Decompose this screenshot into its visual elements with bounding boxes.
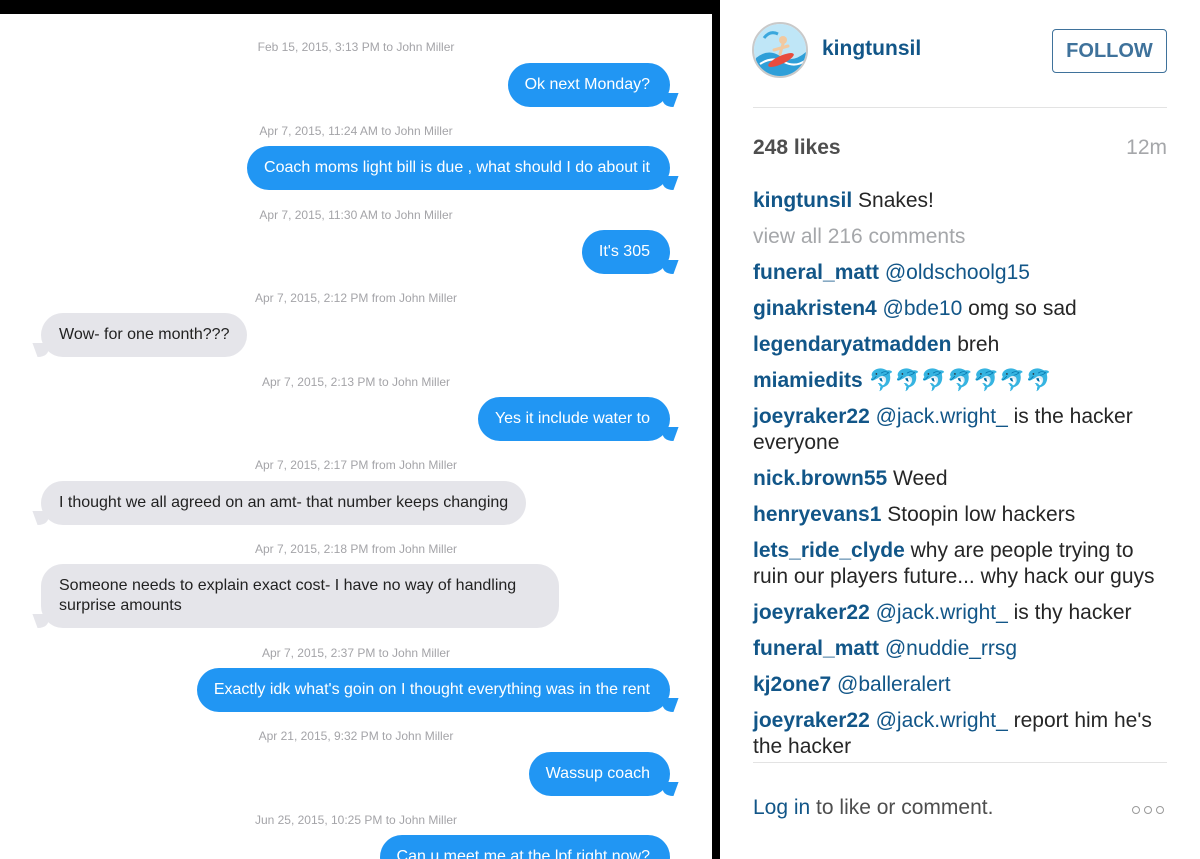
comment-username[interactable]: ginakristen4: [753, 297, 877, 320]
post-username[interactable]: kingtunsil: [822, 37, 921, 61]
received-message: I thought we all agreed on an amt- that …: [41, 481, 527, 525]
likes-count[interactable]: 248 likes: [753, 136, 841, 160]
comment: joeyraker22 @jack.wright_ is the hacker …: [753, 404, 1171, 456]
comment-username[interactable]: kingtunsil: [753, 189, 852, 212]
divider: [753, 762, 1167, 763]
comment-username[interactable]: lets_ride_clyde: [753, 539, 905, 562]
message-timestamp: Apr 7, 2015, 2:37 PM to John Miller: [261, 646, 451, 660]
comment-mention[interactable]: @jack.wright_: [870, 709, 1008, 732]
comment-username[interactable]: funeral_matt: [753, 261, 879, 284]
comment: miamiedits 🐬🐬🐬🐬🐬🐬🐬: [753, 368, 1171, 394]
panel-divider: [712, 0, 720, 859]
sent-message: Exactly idk what's goin on I thought eve…: [196, 668, 670, 712]
comment-username[interactable]: funeral_matt: [753, 637, 879, 660]
sent-message: Can u meet me at the lpf right now?: [379, 835, 670, 859]
comment-text: Stoopin low hackers: [881, 503, 1076, 526]
caption: kingtunsil Snakes!: [753, 188, 1171, 214]
comment: lets_ride_clyde why are people trying to…: [753, 538, 1171, 590]
comment: nick.brown55 Weed: [753, 466, 1171, 492]
sent-message: Yes it include water to: [477, 397, 670, 441]
divider: [753, 107, 1167, 108]
imessage-panel: Feb 15, 2015, 3:13 PM to John Miller Ok …: [0, 0, 712, 859]
received-message: Someone needs to explain exact cost- I h…: [41, 564, 559, 628]
comment: funeral_matt @oldschoolg15: [753, 260, 1171, 286]
sent-message: Wassup coach: [528, 752, 670, 796]
follow-button[interactable]: FOLLOW: [1052, 29, 1167, 73]
sent-message: Ok next Monday?: [507, 63, 670, 107]
comment: legendaryatmadden breh: [753, 332, 1171, 358]
login-link[interactable]: Log in: [753, 796, 810, 819]
more-options-icon[interactable]: [1132, 806, 1164, 814]
comment: funeral_matt @nuddie_rrsg: [753, 636, 1171, 662]
instagram-post-panel: kingtunsil FOLLOW 248 likes 12m kingtuns…: [720, 0, 1200, 859]
message-timestamp: Apr 7, 2015, 2:18 PM from John Miller: [254, 542, 458, 556]
top-border: [0, 0, 712, 14]
comment-text: 🐬🐬🐬🐬🐬🐬🐬: [862, 369, 1052, 392]
message-timestamp: Apr 7, 2015, 11:24 AM to John Miller: [259, 124, 453, 138]
view-all-comments-link[interactable]: view all 216 comments: [753, 224, 1171, 250]
comment-mention[interactable]: @balleralert: [831, 673, 951, 696]
message-timestamp: Apr 21, 2015, 9:32 PM to John Miller: [258, 729, 454, 743]
comment-username[interactable]: joeyraker22: [753, 601, 870, 624]
login-prompt-text: to like or comment.: [810, 796, 994, 819]
comment-username[interactable]: legendaryatmadden: [753, 333, 951, 356]
login-prompt: Log in to like or comment.: [753, 796, 993, 820]
comment-mention[interactable]: @oldschoolg15: [879, 261, 1030, 284]
comment-text: breh: [951, 333, 1000, 356]
sent-message: It's 305: [581, 230, 670, 274]
message-timestamp: Apr 7, 2015, 2:17 PM from John Miller: [254, 458, 458, 472]
comment-mention[interactable]: @jack.wright_: [870, 405, 1008, 428]
comment-text: Snakes!: [852, 189, 934, 212]
comment: henryevans1 Stoopin low hackers: [753, 502, 1171, 528]
received-message: Wow- for one month???: [41, 313, 248, 357]
message-timestamp: Jun 25, 2015, 10:25 PM to John Miller: [254, 813, 458, 827]
comment-username[interactable]: nick.brown55: [753, 467, 887, 490]
comment-username[interactable]: kj2one7: [753, 673, 831, 696]
comment-mention[interactable]: @jack.wright_: [870, 601, 1008, 624]
comments-list: kingtunsil Snakes! view all 216 comments…: [753, 188, 1171, 770]
post-age: 12m: [1126, 136, 1167, 159]
comment-mention[interactable]: @bde10: [877, 297, 963, 320]
comment: ginakristen4 @bde10 omg so sad: [753, 296, 1171, 322]
comment-text: Weed: [887, 467, 948, 490]
comment-username[interactable]: miamiedits: [753, 369, 863, 392]
comment-username[interactable]: joeyraker22: [753, 405, 870, 428]
comment-username[interactable]: henryevans1: [753, 503, 881, 526]
comment: kj2one7 @balleralert: [753, 672, 1171, 698]
comment-mention[interactable]: @nuddie_rrsg: [879, 637, 1017, 660]
message-timestamp: Apr 7, 2015, 2:13 PM to John Miller: [261, 375, 451, 389]
message-timestamp: Apr 7, 2015, 2:12 PM from John Miller: [254, 291, 458, 305]
surfer-avatar-icon: [754, 24, 806, 76]
message-timestamp: Feb 15, 2015, 3:13 PM to John Miller: [257, 40, 455, 54]
sent-message: Coach moms light bill is due , what shou…: [247, 146, 670, 190]
message-timestamp: Apr 7, 2015, 11:30 AM to John Miller: [259, 208, 453, 222]
comment-text: omg so sad: [962, 297, 1077, 320]
avatar[interactable]: [752, 22, 808, 78]
comment: joeyraker22 @jack.wright_ is thy hacker: [753, 600, 1171, 626]
comment: joeyraker22 @jack.wright_ report him he'…: [753, 708, 1171, 760]
comment-text: is thy hacker: [1007, 601, 1132, 624]
comment-username[interactable]: joeyraker22: [753, 709, 870, 732]
